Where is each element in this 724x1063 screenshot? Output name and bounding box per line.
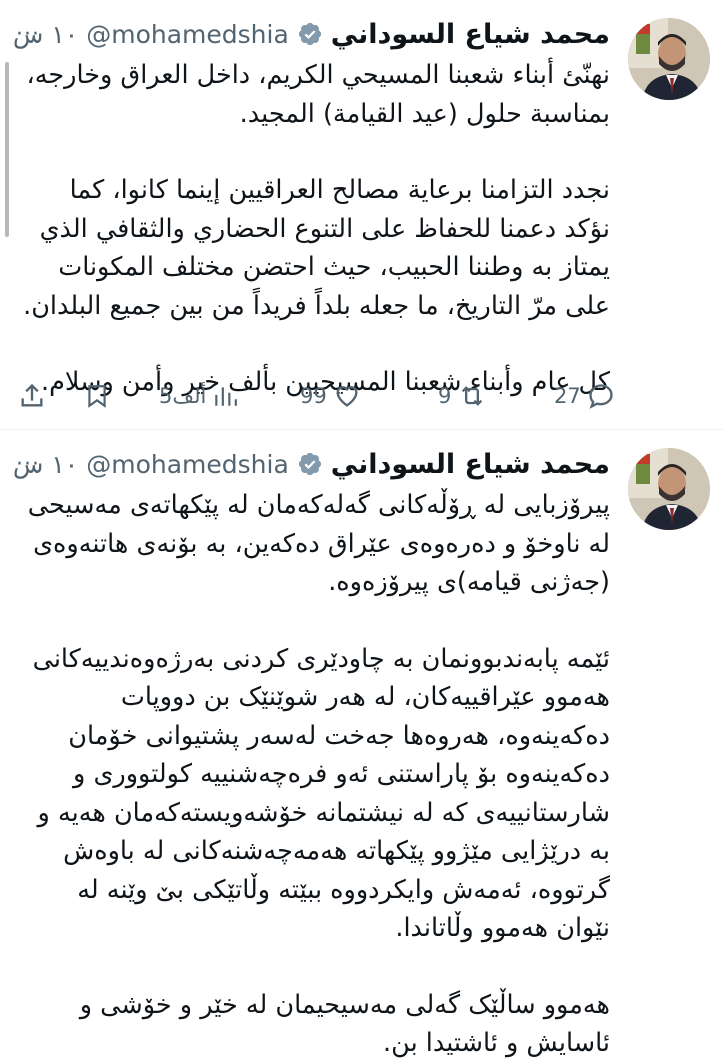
retweet-icon [462, 386, 483, 406]
tweet-paragraph: نجدد التزامنا برعاية مصالح العراقيين إين… [23, 175, 610, 321]
more-options-icon[interactable]: ··· [16, 452, 40, 477]
display-name[interactable]: محمد شياع السوداني [331, 449, 610, 480]
retweet-count: 9 [438, 384, 452, 408]
handle[interactable]: @mohamedshia [86, 450, 289, 479]
display-name[interactable]: محمد شياع السوداني [331, 19, 610, 50]
reply-button[interactable]: 27 [554, 376, 615, 416]
analytics-icon [215, 387, 238, 406]
tweet-header: محمد شياع السوداني @mohamedshia ١٠ س [13, 14, 610, 54]
views-count: 5ألف [159, 384, 207, 408]
verified-badge-icon [297, 451, 323, 477]
views-button[interactable]: 5ألف [159, 376, 238, 416]
tweet-text: نهنّئ أبناء شعبنا المسيحي الكريم، داخل ا… [20, 56, 610, 402]
tweet-header: محمد شياع السوداني @mohamedshia ١٠ س [13, 444, 610, 484]
like-button[interactable]: 99 [300, 376, 361, 416]
reply-icon [589, 384, 613, 409]
reply-count: 27 [554, 384, 581, 408]
share-button[interactable] [18, 376, 46, 416]
bookmark-button[interactable] [84, 376, 110, 416]
tweet-actions: 5ألف 99 9 27 [18, 376, 615, 416]
heart-icon [336, 386, 358, 407]
verified-badge-icon [297, 21, 323, 47]
tweet[interactable]: محمد شياع السوداني @mohamedshia ١٠ س ···… [0, 0, 724, 430]
avatar[interactable] [628, 18, 710, 100]
tweet-paragraph: پیرۆزبایی لە ڕۆڵەکانی گەلەکەمان لە پێکها… [27, 490, 610, 597]
tweet[interactable]: محمد شياع السوداني @mohamedshia ١٠ س ···… [0, 430, 724, 1058]
bookmark-icon [88, 385, 106, 408]
tweet-paragraph: ئێمە پابەندبوونمان بە چاودێری کردنی بەرژ… [32, 643, 610, 944]
share-icon [21, 383, 43, 407]
handle[interactable]: @mohamedshia [86, 20, 289, 49]
like-count: 99 [300, 384, 327, 408]
retweet-button[interactable]: 9 [438, 376, 487, 416]
more-options-icon[interactable]: ··· [16, 22, 40, 47]
avatar[interactable] [628, 448, 710, 530]
tweet-paragraph: هەموو ساڵێک گەلی مەسیحیمان لە خێر و خۆشی… [79, 989, 610, 1059]
tweet-paragraph: نهنّئ أبناء شعبنا المسيحي الكريم، داخل ا… [26, 60, 611, 129]
tweet-text: پیرۆزبایی لە ڕۆڵەکانی گەلەکەمان لە پێکها… [20, 486, 610, 1063]
